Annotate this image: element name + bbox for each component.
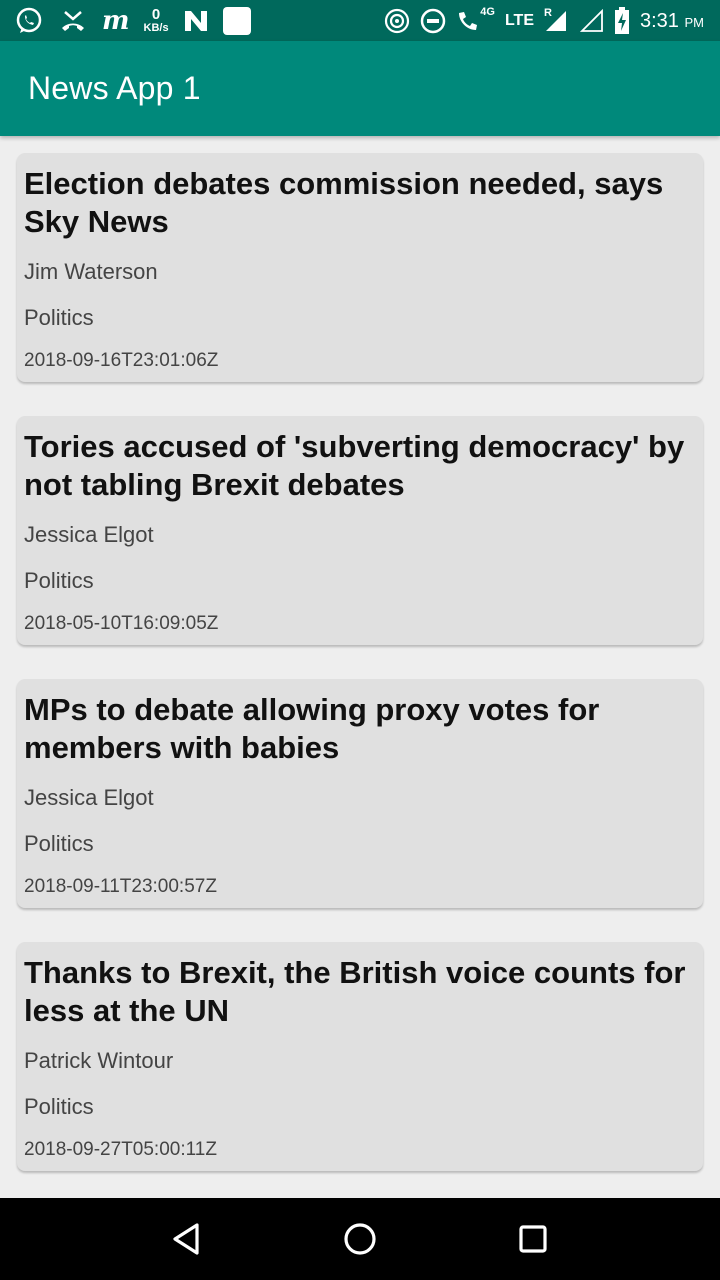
article-date: 2018-09-16T23:01:06Z	[24, 350, 219, 371]
article-card[interactable]: Thanks to Brexit, the British voice coun…	[17, 942, 703, 1171]
article-date: 2018-05-10T16:09:05Z	[24, 613, 219, 634]
article-section: Politics	[24, 1094, 94, 1119]
recents-icon	[519, 1225, 547, 1253]
n-app-icon	[183, 6, 209, 36]
article-section: Politics	[24, 305, 94, 330]
signal-empty-icon	[580, 6, 604, 36]
article-author: Jessica Elgot	[24, 785, 154, 810]
article-title: Election debates commission needed, says…	[24, 166, 664, 239]
whatsapp-icon	[14, 6, 44, 36]
article-title: Thanks to Brexit, the British voice coun…	[24, 955, 686, 1028]
article-author: Jim Waterson	[24, 259, 158, 284]
article-date: 2018-09-27T05:00:11Z	[24, 1139, 217, 1160]
do-not-disturb-icon	[420, 6, 446, 36]
hotspot-icon	[384, 6, 410, 36]
article-date: 2018-09-11T23:00:57Z	[24, 876, 217, 897]
article-card[interactable]: Election debates commission needed, says…	[17, 153, 703, 382]
navigation-bar	[0, 1198, 720, 1280]
network-speed-icon: 0 KB/s	[143, 6, 169, 34]
status-bar-notifications: m 0 KB/s	[0, 0, 251, 41]
clock: 3:31 PM	[640, 9, 704, 32]
article-card[interactable]: MPs to debate allowing proxy votes for m…	[17, 679, 703, 908]
recents-button[interactable]	[503, 1209, 563, 1269]
wifi-calling-icon: 4G	[456, 6, 495, 36]
home-icon	[344, 1223, 376, 1255]
app-bar: News App 1	[0, 41, 720, 136]
white-square-icon	[222, 6, 251, 36]
m-app-icon: m	[102, 5, 130, 36]
article-title: MPs to debate allowing proxy votes for m…	[24, 692, 600, 765]
home-button[interactable]	[330, 1209, 390, 1269]
article-card[interactable]: Tories accused of 'subverting democracy'…	[17, 416, 703, 645]
lte-indicator: LTE	[504, 11, 534, 29]
app-title: News App 1	[28, 70, 201, 106]
article-author: Patrick Wintour	[24, 1048, 174, 1073]
back-button[interactable]	[157, 1209, 217, 1269]
article-section: Politics	[24, 568, 94, 593]
article-section: Politics	[24, 831, 94, 856]
battery-charging-icon	[614, 6, 630, 36]
status-bar: m 0 KB/s 4G LTE R 3:31 PM	[0, 0, 720, 41]
article-list[interactable]: Election debates commission needed, says…	[0, 136, 720, 1198]
article-title: Tories accused of 'subverting democracy'…	[24, 429, 685, 502]
missed-call-icon	[58, 6, 88, 36]
back-icon	[173, 1223, 199, 1255]
signal-icon: R	[544, 6, 570, 36]
status-bar-system: 4G LTE R 3:31 PM	[384, 0, 720, 41]
article-author: Jessica Elgot	[24, 522, 154, 547]
